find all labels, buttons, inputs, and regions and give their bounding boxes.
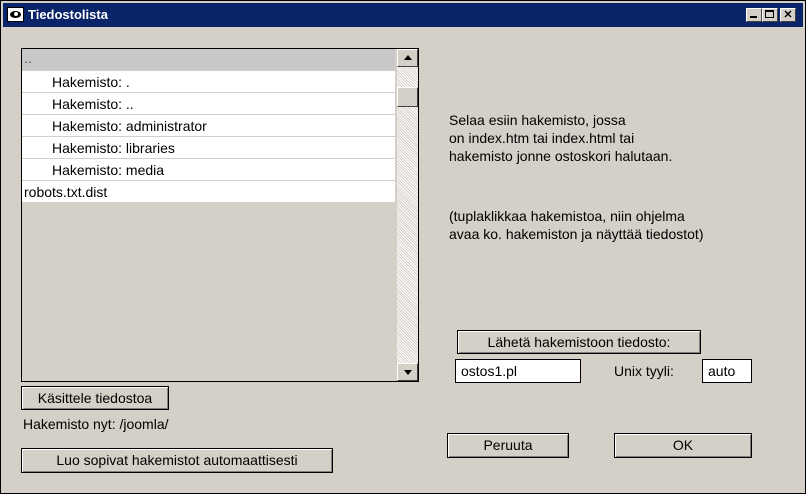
- vertical-scrollbar[interactable]: [397, 49, 418, 381]
- list-item[interactable]: robots.txt.dist: [22, 181, 395, 203]
- current-directory-label: Hakemisto nyt: /joomla/: [23, 416, 169, 432]
- list-item[interactable]: Hakemisto: ..: [22, 93, 395, 115]
- create-directories-button[interactable]: Luo sopivat hakemistot automaattisesti: [21, 448, 333, 473]
- list-item[interactable]: Hakemisto: .: [22, 71, 395, 93]
- send-filename-field[interactable]: ostos1.pl: [455, 359, 581, 383]
- file-list: .. Hakemisto: . Hakemisto: .. Hakemisto: ad…: [22, 49, 395, 203]
- maximize-icon: [765, 10, 774, 18]
- process-file-button[interactable]: Käsittele tiedostoa: [21, 386, 169, 410]
- window-title: Tiedostolista: [28, 7, 108, 22]
- file-listbox[interactable]: .. Hakemisto: . Hakemisto: .. Hakemisto: ad…: [21, 48, 419, 382]
- hint-line-2: avaa ko. hakemiston ja näyttää tiedostot…: [449, 226, 704, 242]
- list-item[interactable]: ..: [22, 49, 395, 71]
- eye-icon: [7, 7, 24, 22]
- cancel-button[interactable]: Peruuta: [447, 433, 569, 458]
- scroll-thumb[interactable]: [397, 87, 418, 107]
- minimize-icon: [750, 16, 757, 18]
- instruction-line-3: hakemisto jonne ostoskori halutaan.: [449, 148, 673, 164]
- close-icon: ✕: [783, 9, 793, 21]
- maximize-button[interactable]: [762, 8, 778, 22]
- arrow-up-icon: [404, 55, 412, 60]
- list-item[interactable]: Hakemisto: media: [22, 159, 395, 181]
- scroll-down-button[interactable]: [397, 363, 418, 381]
- unix-style-label: Unix tyyli:: [614, 363, 674, 379]
- list-item[interactable]: Hakemisto: libraries: [22, 137, 395, 159]
- minimize-button[interactable]: [746, 8, 762, 22]
- unix-style-field[interactable]: auto: [702, 359, 752, 383]
- file-list-window: Tiedostolista ✕ .. Hakemisto: . Hakemisto:…: [0, 0, 806, 494]
- title-bar[interactable]: Tiedostolista ✕: [3, 3, 803, 27]
- instruction-line-2: on index.htm tai index.html tai: [449, 130, 635, 146]
- ok-button[interactable]: OK: [614, 433, 752, 458]
- arrow-down-icon: [404, 370, 412, 375]
- list-item[interactable]: Hakemisto: administrator: [22, 115, 395, 137]
- scroll-up-button[interactable]: [397, 49, 418, 67]
- close-button[interactable]: ✕: [780, 8, 796, 22]
- send-file-button[interactable]: Lähetä hakemistoon tiedosto:: [457, 330, 701, 354]
- hint-line-1: (tuplaklikkaa hakemistoa, niin ohjelma: [449, 208, 685, 224]
- instruction-line-1: Selaa esiin hakemisto, jossa: [449, 112, 626, 128]
